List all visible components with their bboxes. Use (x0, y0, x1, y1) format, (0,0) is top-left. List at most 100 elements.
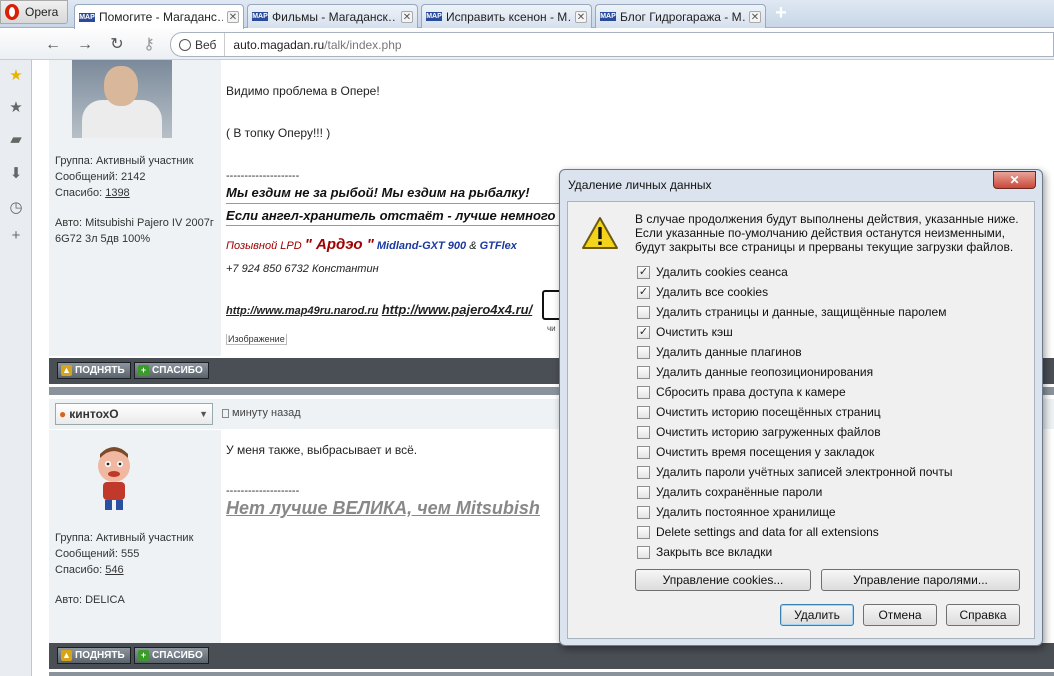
manage-passwords-button[interactable]: Управление паролями... (821, 569, 1020, 591)
user-group: Группа: Активный участник (55, 155, 194, 167)
option-checkbox[interactable] (637, 425, 650, 439)
close-tab-icon[interactable]: ✕ (401, 10, 413, 23)
user-menu-select[interactable]: ● кинтохО ▼ (55, 403, 213, 425)
option-label: Очистить время посещения у закладок (656, 445, 875, 459)
option-row[interactable]: Удалить страницы и данные, защищённые па… (637, 303, 946, 321)
option-label: Удалить все cookies (656, 285, 769, 299)
forward-arrow-icon[interactable]: → (74, 34, 96, 56)
option-checkbox[interactable] (637, 445, 650, 459)
signature-link[interactable]: http://www.map49ru.narod.ru (226, 305, 378, 317)
option-checkbox[interactable]: ✓ (637, 265, 650, 279)
url-text[interactable]: auto.magadan.ru/talk/index.php (225, 38, 401, 52)
cancel-button[interactable]: Отмена (863, 604, 937, 626)
post2-user-info: Группа: Активный участник Сообщений: 555… (55, 530, 193, 608)
option-checkbox[interactable] (637, 485, 650, 499)
callsign-prefix: Позывной LPD (226, 240, 302, 252)
option-checkbox[interactable] (637, 545, 650, 559)
option-checkbox[interactable] (637, 465, 650, 479)
opera-menu-label: Opera (25, 5, 59, 19)
thanks-count-link[interactable]: 1398 (105, 187, 129, 199)
close-tab-icon[interactable]: ✕ (227, 11, 239, 23)
site-favicon-icon: MAP (79, 12, 95, 22)
key-icon[interactable]: ⚷ (138, 34, 160, 56)
option-checkbox[interactable] (637, 525, 650, 539)
option-row[interactable]: Delete settings and data for all extensi… (637, 523, 879, 541)
user-avatar (72, 60, 172, 138)
thanks-button[interactable]: + СПАСИБО (134, 647, 209, 664)
option-row[interactable]: Удалить сохранённые пароли (637, 483, 822, 501)
manage-cookies-button[interactable]: Управление cookies... (635, 569, 811, 591)
close-tab-icon[interactable]: ✕ (749, 10, 761, 23)
option-row[interactable]: Сбросить права доступа к камере (637, 383, 846, 401)
option-checkbox[interactable] (637, 365, 650, 379)
globe-icon (179, 38, 191, 51)
option-checkbox[interactable] (637, 405, 650, 419)
thanks-button-label: СПАСИБО (152, 650, 203, 661)
side-panel: ★ ★ ▰ ⬇ ◷ + (0, 60, 32, 676)
option-label: Удалить страницы и данные, защищённые па… (656, 305, 947, 319)
signature-line: Если ангел-хранитель отстаёт - лучше нем… (226, 208, 556, 223)
user-icon: ● (59, 407, 67, 421)
thanks-button[interactable]: + СПАСИБО (134, 362, 209, 379)
tab-4[interactable]: MAP Блог Гидрогаража - М… ✕ (595, 4, 766, 28)
option-row[interactable]: Очистить время посещения у закладок (637, 443, 874, 461)
address-bar[interactable]: Веб auto.magadan.ru/talk/index.php (170, 32, 1054, 57)
close-dialog-button[interactable]: ✕ (993, 171, 1036, 189)
raise-post-button[interactable]: ▲ ПОДНЯТЬ (57, 647, 131, 664)
tab-1[interactable]: MAP Помогите - Магаданс… ✕ (74, 4, 244, 29)
option-label: Закрыть все вкладки (656, 545, 773, 559)
signature-phone: +7 924 850 6732 Константин (226, 263, 379, 275)
navigation-bar: ← → ↻ ⚷ Веб auto.magadan.ru/talk/index.p… (0, 29, 1054, 60)
option-row[interactable]: Очистить историю загруженных файлов (637, 423, 881, 441)
post-text-line: У меня также, выбрасывает и всё. (226, 443, 418, 457)
downloads-icon[interactable]: ⬇ (8, 166, 24, 182)
option-label: Очистить кэш (656, 325, 733, 339)
help-button[interactable]: Справка (946, 604, 1020, 626)
chevron-down-icon: ▼ (199, 409, 208, 419)
option-checkbox[interactable] (637, 505, 650, 519)
post2-actions: ▲ ПОДНЯТЬ + СПАСИБО (49, 643, 1054, 669)
bookmarks-star-icon[interactable]: ★ (8, 100, 24, 116)
option-checkbox[interactable] (637, 385, 650, 399)
dialog-body: В случае продолжения будут выполнены дей… (567, 201, 1035, 639)
option-row[interactable]: Закрыть все вкладки (637, 543, 772, 561)
tab-3[interactable]: MAP Исправить ксенон - М… ✕ (421, 4, 592, 28)
option-row[interactable]: ✓ Удалить все cookies (637, 283, 768, 301)
back-arrow-icon[interactable]: ← (42, 34, 64, 56)
option-row[interactable]: Удалить данные плагинов (637, 343, 802, 361)
option-row[interactable]: Очистить историю посещённых страниц (637, 403, 881, 421)
post-author: кинтохО (69, 407, 119, 421)
raise-post-button[interactable]: ▲ ПОДНЯТЬ (57, 362, 131, 379)
option-row[interactable]: Удалить постоянное хранилище (637, 503, 836, 521)
option-label: Удалить cookies сеанса (656, 265, 788, 279)
option-row[interactable]: ✓ Удалить cookies сеанса (637, 263, 788, 281)
option-checkbox[interactable] (637, 305, 650, 319)
option-checkbox[interactable]: ✓ (637, 285, 650, 299)
history-clock-icon[interactable]: ◷ (8, 200, 24, 216)
option-row[interactable]: Удалить пароли учётных записей электронн… (637, 463, 953, 481)
site-info-badge[interactable]: Веб (171, 33, 226, 56)
option-checkbox[interactable]: ✓ (637, 325, 650, 339)
option-label: Удалить данные геопозиционирования (656, 365, 874, 379)
thanks-label: Спасибо: (55, 564, 103, 576)
opera-menu-button[interactable]: Opera (0, 0, 68, 24)
site-favicon-icon: MAP (600, 12, 616, 21)
option-row[interactable]: ✓ Очистить кэш (637, 323, 733, 341)
thanks-count-link[interactable]: 546 (105, 564, 123, 576)
option-checkbox[interactable] (637, 345, 650, 359)
new-tab-button[interactable]: + (772, 3, 790, 23)
option-label: Delete settings and data for all extensi… (656, 525, 879, 539)
user-group: Группа: Активный участник (55, 532, 194, 544)
signature-divider: -------------------- (226, 170, 300, 182)
close-tab-icon[interactable]: ✕ (575, 10, 587, 23)
option-row[interactable]: Удалить данные геопозиционирования (637, 363, 873, 381)
delete-button[interactable]: Удалить (780, 604, 854, 626)
tab-2[interactable]: MAP Фильмы - Магаданск… ✕ (247, 4, 418, 28)
notes-icon[interactable]: ▰ (8, 132, 24, 148)
reload-icon[interactable]: ↻ (106, 34, 128, 56)
option-label: Удалить данные плагинов (656, 345, 802, 359)
signature-link[interactable]: http://www.pajero4x4.ru/ (382, 302, 532, 317)
radio-amp: & (469, 240, 477, 252)
speed-dial-star-icon[interactable]: ★ (8, 68, 24, 84)
add-panel-icon[interactable]: + (8, 228, 24, 244)
